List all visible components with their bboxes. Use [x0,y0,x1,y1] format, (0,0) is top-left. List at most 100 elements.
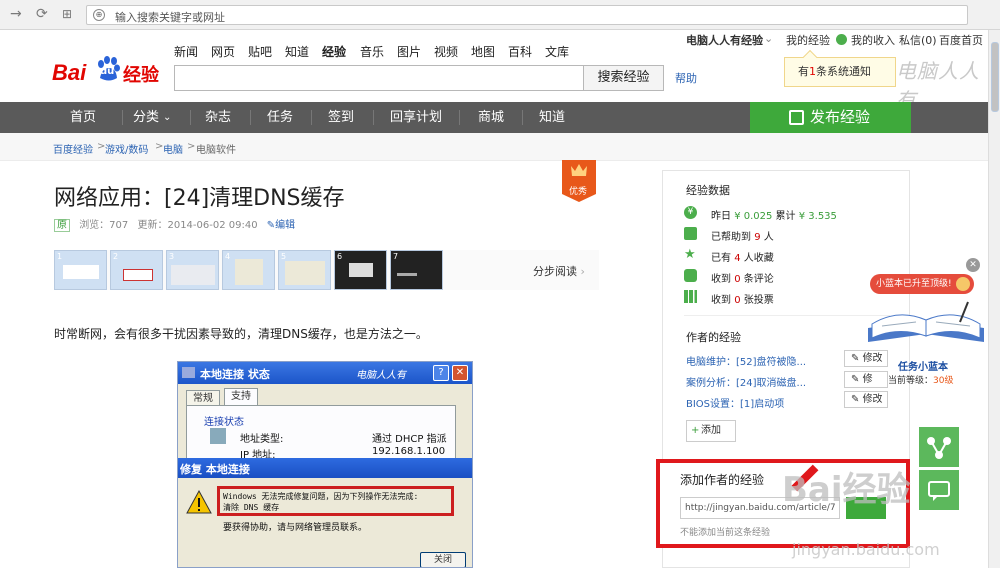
chevron-down-icon: ⌄ [163,112,172,123]
mainnav-share-plan[interactable]: 回享计划 [390,102,442,133]
search-button[interactable]: 搜索经验 [584,65,664,91]
crumb-games-digital[interactable]: 游戏/数码 [105,141,148,156]
mainnav-home[interactable]: 首页 [70,102,96,133]
step-thumbnail[interactable]: 1 [54,250,107,290]
share-button[interactable] [919,427,959,467]
breadcrumb: 百度经验 > 游戏/数码 > 电脑 > 电脑软件 [0,133,988,161]
mainnav-tasks[interactable]: 任务 [267,102,293,133]
baidu-home-link[interactable]: 百度首页 [939,32,983,48]
nav-jingyan[interactable]: 经验 [322,43,346,60]
original-tag: 原 [54,219,70,232]
crumb-software[interactable]: 电脑软件 [196,141,236,156]
popup-arrow [802,49,818,65]
pencil-icon[interactable]: ✎ [267,220,275,231]
ip-value: 192.168.1.100 [372,446,446,457]
badge-label: 优秀 [569,187,588,197]
message-icon [928,481,950,501]
browser-toolbar: → ⟳ ⊞ ⊕ 输入搜索关键字或网址 [0,0,1000,30]
mainnav-zhidao[interactable]: 知道 [539,102,565,133]
logo-text-bai: Bai [52,60,87,85]
step-thumbnails: 1 2 3 4 5 6 7 [54,250,599,290]
author-exp-link[interactable]: 案例分析：[24]取消磁盘... [686,374,806,389]
avatar-icon [956,277,970,291]
author-exp-link[interactable]: 电脑维护：[52]盘符被隐... [686,353,806,368]
address-bar[interactable]: ⊕ 输入搜索关键字或网址 [86,5,968,25]
feedback-button[interactable] [919,470,959,510]
step-thumbnail[interactable]: 7 [390,250,443,290]
crumb-sep: > [187,141,196,152]
my-exp-link[interactable]: 我的经验 [786,32,830,48]
dialog-watermark: 电脑人人有 [356,370,406,381]
mainnav-checkin[interactable]: 签到 [328,102,354,133]
notify-prefix: 有 [798,65,809,78]
nav-video[interactable]: 视频 [434,43,458,60]
addbox-title: 添加作者的经验 [680,473,765,487]
help-icon: ? [433,365,449,381]
article-screenshot: 本地连接 状态 电脑人人有 ? ✕ 常规 支持 连接状态 地址类型: 通过 DH… [177,361,473,568]
stats-title: 经验数据 [686,184,730,197]
step-thumbnail[interactable]: 2 [110,250,163,290]
coin-icon [836,34,847,45]
task-widget-title: 任务小蓝本 [898,362,948,373]
baidu-jingyan-logo[interactable]: Bai du 经验 [52,52,164,92]
computer-icon [210,428,226,444]
income-link[interactable]: 我的收入 [851,32,895,48]
nav-tieba[interactable]: 贴吧 [248,43,272,60]
search-input[interactable] [174,65,584,91]
add-exp-button[interactable]: + 添加 [686,420,736,442]
nav-images[interactable]: 图片 [397,43,421,60]
chevron-down-icon[interactable]: ⌄ [764,32,773,45]
plus-icon: + [691,425,700,436]
publish-label: 发布经验 [810,108,871,126]
star-icon: ★ [684,247,696,262]
bar-chart-icon [684,290,697,303]
message-link[interactable]: 私信(0) [899,32,937,48]
yuan-icon: ¥ [684,206,697,219]
system-notification-popup[interactable]: 有1条系统通知 [784,49,896,87]
mainnav-mall[interactable]: 商城 [478,102,504,133]
nav-divider [311,110,312,125]
nav-news[interactable]: 新闻 [174,43,198,60]
crumb-computer[interactable]: 电脑 [163,141,183,156]
edit-note-icon [789,110,804,125]
watermark-url: jingyan.baidu.com [792,540,940,559]
task-widget[interactable]: ✕ 小蓝本已升至顶级! 任务小蓝本 当前等级：30级 [858,258,988,398]
forward-icon[interactable]: → [10,6,22,22]
nav-map[interactable]: 地图 [471,43,495,60]
thumb-up-icon [684,227,697,240]
crumb-jingyan[interactable]: 百度经验 [53,141,93,156]
edit-link[interactable]: 编辑 [275,220,295,231]
nav-divider [522,110,523,125]
nav-wenku[interactable]: 文库 [545,43,569,60]
author-exp-link[interactable]: BIOS设置：[1]启动项 [686,395,784,410]
nav-baike[interactable]: 百科 [508,43,532,60]
group-label: 连接状态 [204,417,244,428]
step-thumbnail[interactable]: 4 [222,250,275,290]
address-placeholder: 输入搜索关键字或网址 [115,11,225,24]
nav-zhidao[interactable]: 知道 [285,43,309,60]
username-link[interactable]: 电脑人人有经验 [686,32,763,48]
watermark-big: Bai经验 [782,470,911,510]
mainnav-magazine[interactable]: 杂志 [205,102,231,133]
step-thumbnail[interactable]: 6 [334,250,387,290]
reload-icon[interactable]: ⟳ [36,6,48,22]
repair-title: 修复 本地连接 [180,463,250,476]
step-thumbnail[interactable]: 3 [166,250,219,290]
logo-text-du: du [100,66,115,77]
mainnav-category[interactable]: 分类 [133,102,159,133]
notify-suffix: 条系统通知 [816,65,871,78]
nav-music[interactable]: 音乐 [360,43,384,60]
step-thumbnail[interactable]: 5 [278,250,331,290]
help-link[interactable]: 帮助 [675,70,697,86]
close-icon[interactable]: ✕ [966,258,980,272]
book-icon [868,301,984,342]
warning-icon [186,490,212,514]
nav-divider [459,110,460,125]
nav-web[interactable]: 网页 [211,43,235,60]
apps-grid-icon[interactable]: ⊞ [62,6,72,22]
step-read-link[interactable]: 分步阅读 › [533,263,585,279]
security-icon: ⊕ [93,9,105,21]
notify-count: 1 [809,65,816,78]
publish-exp-button[interactable]: 发布经验 [750,102,911,133]
view-count: 浏览：707 [79,220,129,231]
